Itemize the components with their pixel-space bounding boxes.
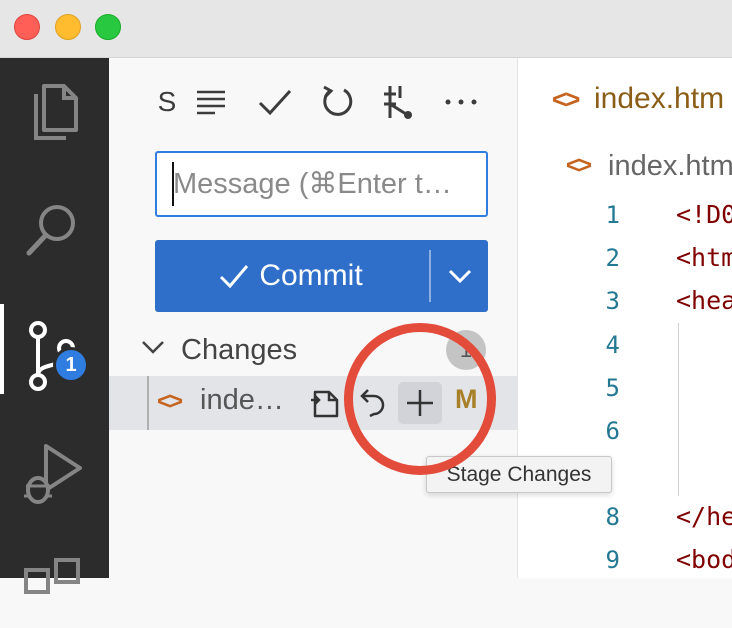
breadcrumb[interactable]: index.htm bbox=[608, 150, 732, 183]
chevron-down-icon bbox=[448, 269, 471, 283]
plus-icon bbox=[407, 390, 433, 416]
run-debug-button[interactable] bbox=[0, 418, 109, 518]
modified-status: M bbox=[455, 384, 478, 414]
stage-changes-button[interactable] bbox=[398, 382, 442, 424]
more-actions-button[interactable] bbox=[439, 80, 483, 124]
graph-button[interactable] bbox=[377, 80, 421, 124]
title-bar bbox=[0, 0, 732, 58]
source-control-button[interactable] bbox=[0, 296, 109, 396]
code-line[interactable]: </he bbox=[676, 502, 732, 531]
list-icon bbox=[197, 90, 225, 115]
code-line[interactable]: <bod bbox=[676, 545, 732, 574]
line-number: 3 bbox=[605, 287, 620, 315]
extensions-icon bbox=[24, 558, 80, 594]
tree-indent-guide bbox=[147, 376, 149, 430]
run-debug-icon bbox=[24, 444, 82, 504]
commit-button-group: Commit bbox=[155, 240, 488, 312]
line-number: 5 bbox=[605, 374, 620, 402]
html-file-icon: <> bbox=[552, 84, 580, 114]
chevron-down-icon bbox=[142, 341, 164, 354]
text-caret bbox=[172, 162, 174, 206]
extensions-button[interactable] bbox=[0, 528, 109, 628]
changes-count: 1 bbox=[446, 330, 486, 370]
scm-title-button[interactable]: S bbox=[145, 80, 189, 124]
files-icon bbox=[34, 84, 78, 140]
commit-check-button[interactable] bbox=[253, 80, 297, 124]
changes-label: Changes bbox=[181, 334, 298, 366]
editor-tab-title[interactable]: index.htm bbox=[594, 82, 724, 116]
close-window-button[interactable] bbox=[14, 14, 40, 40]
code-line[interactable]: <hea bbox=[676, 286, 732, 315]
open-file-button[interactable] bbox=[305, 382, 349, 424]
line-number: 8 bbox=[605, 503, 620, 531]
commit-button-label: Commit bbox=[259, 259, 363, 292]
discard-icon bbox=[360, 389, 385, 418]
commit-dropdown-button[interactable] bbox=[431, 240, 488, 312]
explorer-button[interactable] bbox=[0, 58, 109, 158]
line-number: 6 bbox=[605, 417, 620, 445]
commit-button[interactable]: Commit bbox=[155, 240, 427, 312]
changes-count-badge: 1 bbox=[53, 347, 89, 383]
html-file-icon: <> bbox=[157, 388, 183, 415]
code-line[interactable]: <htm bbox=[676, 243, 732, 272]
stage-changes-tooltip: Stage Changes bbox=[426, 456, 612, 493]
more-icon bbox=[445, 99, 477, 105]
indent-guide bbox=[678, 323, 679, 496]
search-view-button[interactable] bbox=[0, 176, 109, 276]
line-number: 1 bbox=[605, 201, 620, 229]
changes-group-header[interactable]: Changes 1 bbox=[109, 326, 517, 376]
line-number: 4 bbox=[605, 331, 620, 359]
discard-changes-button[interactable] bbox=[351, 382, 395, 424]
source-control-panel: S Message (⌘Enter t… Commit Changes 1 <>… bbox=[109, 58, 517, 578]
check-icon bbox=[258, 89, 292, 116]
graph-icon bbox=[384, 86, 412, 119]
html-file-icon: <> bbox=[566, 152, 592, 179]
editor-area: <> index.htm <> index.htm 1 <!D0 2 <htm … bbox=[517, 58, 732, 578]
minimize-window-button[interactable] bbox=[55, 14, 81, 40]
commit-check-icon bbox=[220, 265, 249, 289]
line-number: 9 bbox=[605, 546, 620, 574]
changed-file-row[interactable]: <> inde… M bbox=[109, 376, 517, 430]
refresh-icon bbox=[323, 85, 353, 116]
refresh-button[interactable] bbox=[315, 80, 359, 124]
code-line[interactable]: <!D0 bbox=[676, 200, 732, 229]
open-file-icon bbox=[311, 390, 339, 418]
commit-message-input[interactable] bbox=[155, 151, 488, 217]
view-as-list-button[interactable] bbox=[189, 80, 233, 124]
search-icon bbox=[26, 205, 75, 256]
file-name: inde… bbox=[200, 384, 284, 416]
activity-bar: 1 bbox=[0, 58, 109, 594]
line-number: 2 bbox=[605, 244, 620, 272]
maximize-window-button[interactable] bbox=[95, 14, 121, 40]
